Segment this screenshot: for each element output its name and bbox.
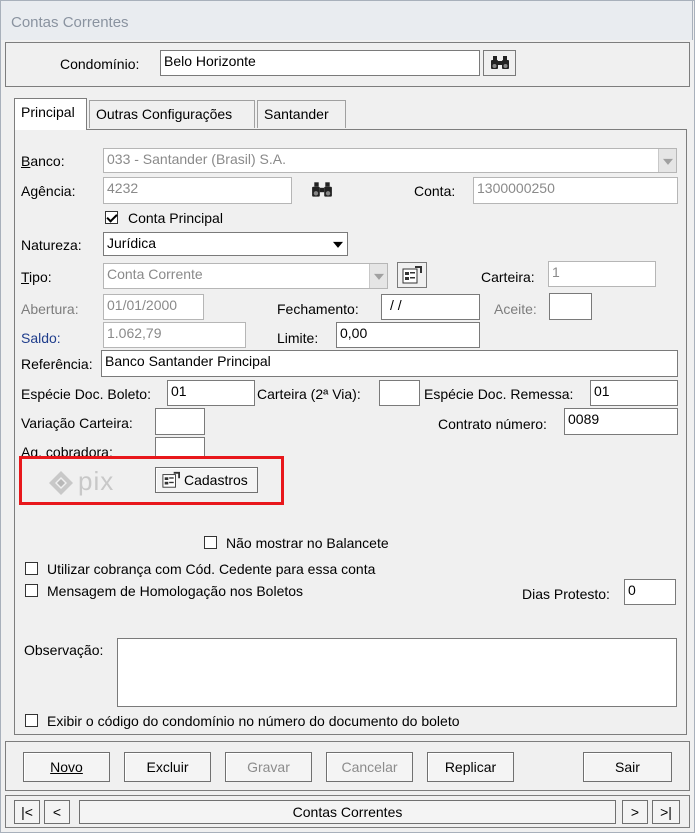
chevron-down-icon xyxy=(373,273,384,280)
utilizar-cobranca-checkbox[interactable] xyxy=(25,562,38,575)
chevron-down-icon xyxy=(332,241,343,248)
tab-santander[interactable]: Santander xyxy=(257,100,346,128)
natureza-dropdown-button[interactable] xyxy=(329,233,346,255)
replicar-label: Replicar xyxy=(444,759,497,775)
nav-prev-button[interactable]: < xyxy=(44,800,70,824)
excluir-label: Excluir xyxy=(146,759,189,775)
tab-outras-configuracoes-label: Outras Configurações xyxy=(96,106,233,122)
fechamento-field[interactable]: / / xyxy=(381,294,480,320)
aceite-field[interactable] xyxy=(549,293,592,320)
especie-doc-boleto-label: Espécie Doc. Boleto: xyxy=(21,386,151,402)
window-title: Contas Correntes xyxy=(11,14,129,31)
agencia-search-button[interactable] xyxy=(307,178,337,202)
mensagem-homologacao-label: Mensagem de Homologação nos Boletos xyxy=(47,583,304,599)
tab-principal[interactable]: Principal xyxy=(14,98,87,130)
natureza-select[interactable]: Jurídica xyxy=(103,232,348,256)
banco-label: Banco: xyxy=(21,153,65,169)
nao-mostrar-balancete-checkbox[interactable] xyxy=(204,536,217,549)
nav-next-button[interactable]: > xyxy=(622,800,648,824)
referencia-label: Referência: xyxy=(21,356,93,372)
condominio-search-button[interactable] xyxy=(483,50,516,76)
pix-logo-text: pix xyxy=(78,466,115,496)
carteira-2via-field[interactable] xyxy=(379,380,420,406)
natureza-label: Natureza: xyxy=(21,237,82,253)
saldo-label: Saldo: xyxy=(21,330,61,346)
tipo-label: Tipo: xyxy=(21,269,52,285)
dias-protesto-field[interactable]: 0 xyxy=(624,579,676,605)
chevron-down-icon xyxy=(662,158,673,165)
banco-select[interactable]: 033 - Santander (Brasil) S.A. xyxy=(103,148,677,173)
dias-protesto-label: Dias Protesto: xyxy=(522,586,610,602)
register-form-icon xyxy=(402,266,422,284)
cadastros-button[interactable]: Cadastros xyxy=(155,467,258,493)
novo-button[interactable]: Novo xyxy=(23,752,110,782)
saldo-field[interactable]: 1.062,79 xyxy=(103,322,246,348)
mensagem-homologacao-checkbox[interactable] xyxy=(25,584,38,597)
tipo-edit-button[interactable] xyxy=(397,262,427,288)
condominio-label: Condomínio: xyxy=(60,56,140,72)
abertura-label: Abertura: xyxy=(21,301,79,317)
aceite-label: Aceite: xyxy=(494,301,537,317)
nao-mostrar-balancete-label: Não mostrar no Balancete xyxy=(226,535,389,551)
conta-field[interactable]: 1300000250 xyxy=(473,177,678,204)
contrato-numero-field[interactable]: 0089 xyxy=(564,408,678,435)
tipo-dropdown-button[interactable] xyxy=(369,264,387,288)
agencia-field[interactable]: 4232 xyxy=(103,177,292,204)
especie-doc-remessa-field[interactable]: 01 xyxy=(590,380,678,406)
binoculars-icon xyxy=(491,56,509,69)
condominio-field[interactable]: Belo Horizonte xyxy=(160,50,480,76)
nav-record-label: Contas Correntes xyxy=(79,800,616,824)
sair-button[interactable]: Sair xyxy=(583,752,672,782)
replicar-button[interactable]: Replicar xyxy=(427,752,514,782)
conta-principal-checkbox[interactable] xyxy=(105,211,118,224)
especie-doc-boleto-field[interactable]: 01 xyxy=(167,380,255,406)
gravar-label: Gravar xyxy=(247,759,290,775)
nav-first-button[interactable]: |< xyxy=(14,800,40,824)
pix-logo-icon xyxy=(49,471,73,495)
exibir-codigo-label: Exibir o código do condomínio no número … xyxy=(47,713,460,729)
tipo-select[interactable]: Conta Corrente xyxy=(103,263,388,289)
cancelar-button[interactable]: Cancelar xyxy=(326,752,413,782)
excluir-button[interactable]: Excluir xyxy=(124,752,211,782)
referencia-field[interactable]: Banco Santander Principal xyxy=(101,350,678,377)
gravar-button[interactable]: Gravar xyxy=(225,752,312,782)
binoculars-icon xyxy=(312,182,332,197)
ag-cobradora-label: Ag. cobradora: xyxy=(21,444,113,456)
conta-principal-label: Conta Principal xyxy=(128,210,223,226)
especie-doc-remessa-label: Espécie Doc. Remessa: xyxy=(424,386,574,402)
carteira-field[interactable]: 1 xyxy=(548,261,656,287)
register-form-icon xyxy=(162,471,180,488)
carteira-2via-label: Carteira (2ª Via): xyxy=(257,386,361,402)
limite-label: Limite: xyxy=(277,330,319,346)
limite-field[interactable]: 0,00 xyxy=(336,322,480,348)
abertura-field[interactable]: 01/01/2000 xyxy=(103,294,204,320)
tab-santander-label: Santander xyxy=(264,106,329,122)
nav-last-button[interactable]: >| xyxy=(652,800,680,824)
variacao-carteira-field[interactable] xyxy=(155,408,205,435)
banco-dropdown-button[interactable] xyxy=(658,149,676,172)
tab-principal-label: Principal xyxy=(21,104,75,120)
cancelar-label: Cancelar xyxy=(341,759,398,775)
observacao-textarea[interactable] xyxy=(117,638,677,707)
utilizar-cobranca-label: Utilizar cobrança com Cód. Cedente para … xyxy=(47,561,376,577)
contrato-numero-label: Contrato número: xyxy=(438,416,547,432)
observacao-label: Observação: xyxy=(24,642,104,658)
sair-label: Sair xyxy=(615,759,640,775)
exibir-codigo-checkbox[interactable] xyxy=(25,714,38,727)
variacao-carteira-label: Variação Carteira: xyxy=(21,415,133,431)
carteira-label: Carteira: xyxy=(481,269,535,285)
tab-outras-configuracoes[interactable]: Outras Configurações xyxy=(89,100,255,128)
novo-label: Novo xyxy=(50,759,83,775)
window-titlebar: Contas Correntes xyxy=(0,0,693,40)
agencia-label: Agência: xyxy=(21,183,76,199)
fechamento-label: Fechamento: xyxy=(277,301,359,317)
conta-label: Conta: xyxy=(414,183,456,199)
cadastros-label: Cadastros xyxy=(184,472,248,488)
